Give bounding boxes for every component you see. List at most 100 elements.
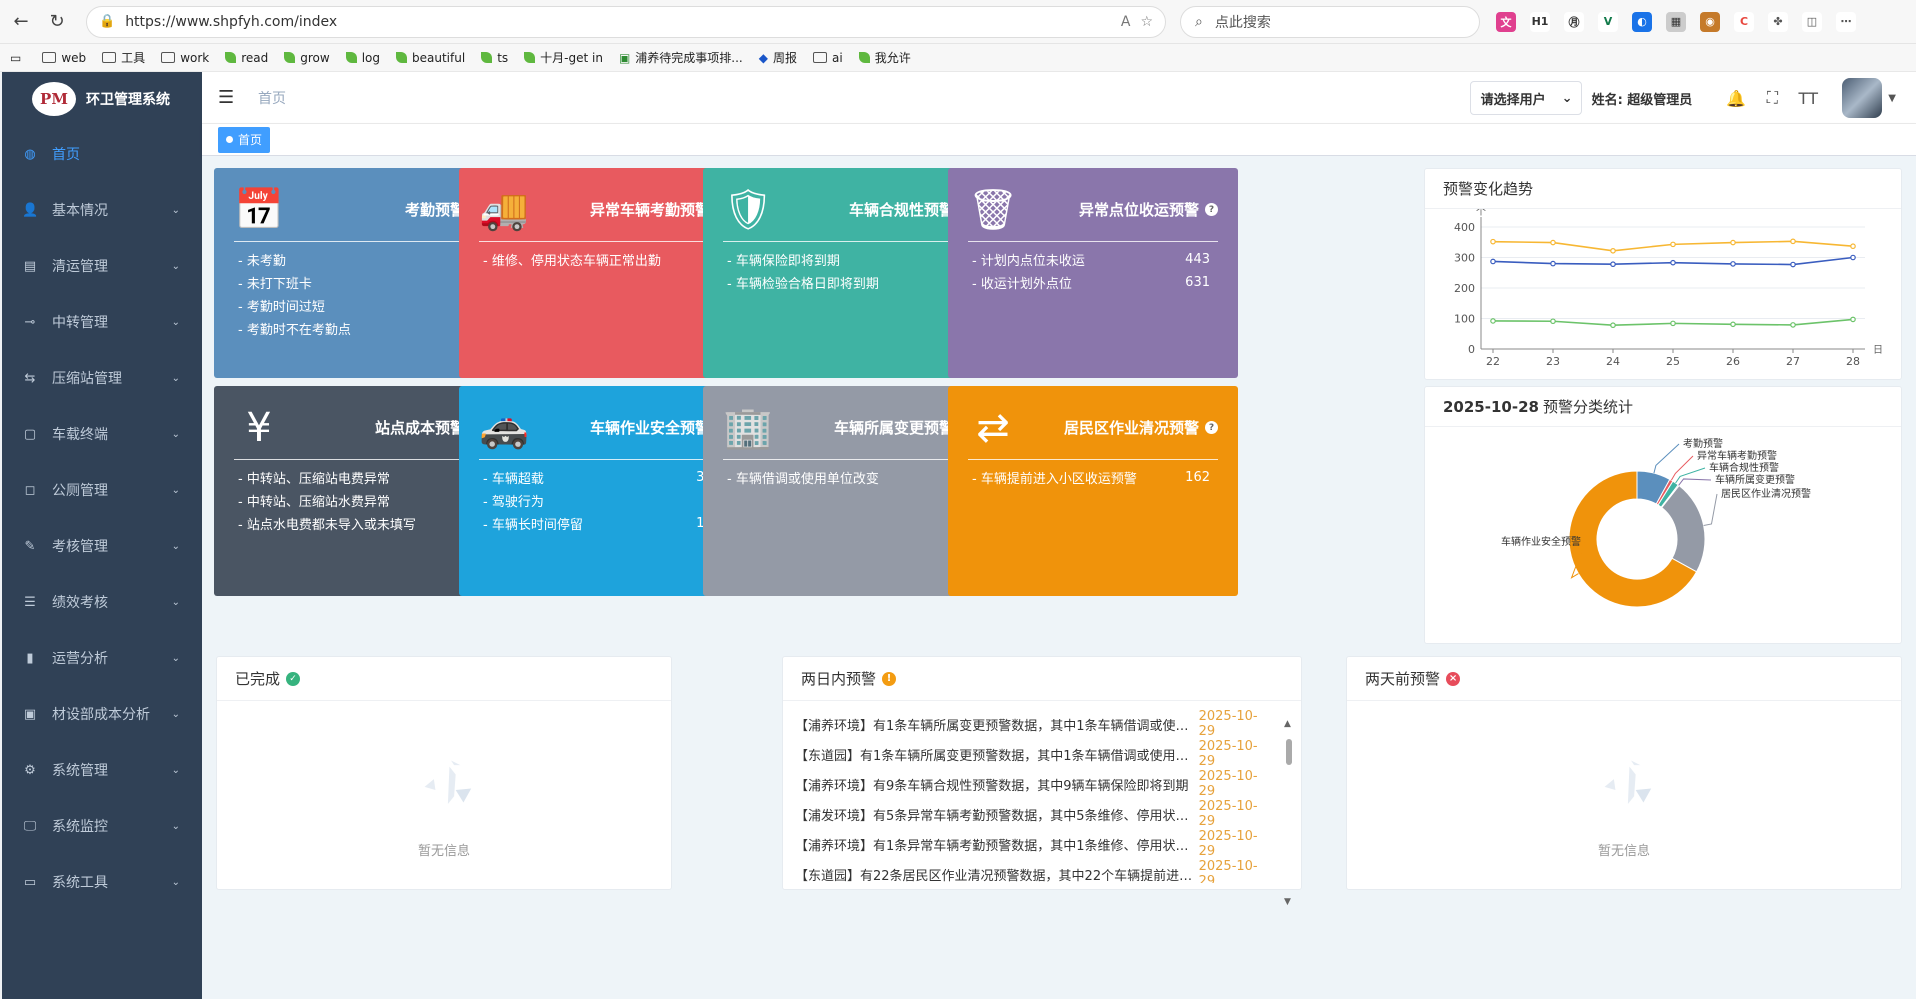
extension-h1-icon[interactable]: H1 <box>1530 11 1550 32</box>
alert-row[interactable]: 【浦养环境】有1条异常车辆考勤预警数据，其中1条维修、停用状态车辆正常出勤202… <box>795 829 1273 859</box>
card-row[interactable]: 车辆借调或使用单位改变2 <box>723 466 973 489</box>
hamburger-icon[interactable]: ☰ <box>218 87 238 108</box>
fullscreen-icon[interactable]: ⛶ <box>1762 88 1782 108</box>
bookmark-item[interactable]: ts <box>481 51 508 65</box>
sidebar-item[interactable]: ▤ 清运管理 ⌄ <box>2 238 202 294</box>
sidebar-item[interactable]: ◍ 首页 <box>2 126 202 182</box>
help-icon[interactable]: ? <box>1205 421 1218 434</box>
app-logo[interactable]: PM 环卫管理系统 <box>2 72 202 126</box>
y-tick-label: 400 <box>1454 221 1475 234</box>
alert-text: 【浦养环境】有9条车辆合规性预警数据，其中9辆车辆保险即将到期 <box>795 778 1189 794</box>
sidebar-item[interactable]: ⊸ 中转管理 ⌄ <box>2 294 202 350</box>
card-rows: 未考勤5未打下班卡6考勤时间过短32考勤时不在考勤点15 <box>234 248 484 340</box>
scroll-thumb[interactable] <box>1286 739 1292 765</box>
card-row[interactable]: 驾驶行为14 <box>479 489 729 512</box>
sidebar-item[interactable]: ▣ 材设部成本分析 ⌄ <box>2 686 202 742</box>
extension-vue-icon[interactable]: V <box>1598 11 1618 32</box>
bookmark-item[interactable]: ▣ 浦养待完成事项排... <box>619 49 743 66</box>
extension-7-icon[interactable]: ◉ <box>1700 11 1720 32</box>
breadcrumb[interactable]: 首页 <box>258 88 286 108</box>
sidebar-item[interactable]: ▮ 运营分析 ⌄ <box>2 630 202 686</box>
browser-search-input[interactable]: ⌕ 点此搜索 <box>1180 5 1480 38</box>
card-row[interactable]: 未考勤5 <box>234 248 484 271</box>
bookmark-item[interactable]: ◆ 周报 <box>759 49 797 66</box>
bookmark-item[interactable]: web <box>42 51 86 65</box>
avatar-caret-icon[interactable]: ▼ <box>1888 93 1896 104</box>
card-row[interactable]: 考勤时间过短32 <box>234 294 484 317</box>
warning-card[interactable]: 🗑 异常点位收运预警? 计划内点位未收运 443 收运计划外点位 631 <box>948 168 1238 378</box>
bookmark-item[interactable]: 工具 <box>102 49 145 66</box>
sidebar-item[interactable]: ◻ 公厕管理 ⌄ <box>2 462 202 518</box>
sidebar-item[interactable]: 👤 基本情况 ⌄ <box>2 182 202 238</box>
read-aloud-icon[interactable]: A <box>1121 14 1131 30</box>
card-row[interactable]: 车辆提前进入小区收运预警 162 <box>968 466 1218 489</box>
card-row-label: 考勤时不在考勤点 <box>238 319 351 338</box>
sidebar-item[interactable]: 🖵 系统监控 ⌄ <box>2 798 202 854</box>
alert-scrollbar[interactable]: ▲ ▼ <box>1284 719 1293 907</box>
extension-8-icon[interactable]: C <box>1734 11 1754 32</box>
card-row[interactable]: 计划内点位未收运 443 <box>968 248 1218 271</box>
card-row-label: 考勤时间过短 <box>238 296 325 315</box>
sidebar-item[interactable]: ✎ 考核管理 ⌄ <box>2 518 202 574</box>
bookmark-item[interactable]: 我允许 <box>858 49 911 66</box>
sidebar-item[interactable]: ▢ 车载终端 ⌄ <box>2 406 202 462</box>
card-row[interactable]: 未打下班卡6 <box>234 271 484 294</box>
bookmark-reading-icon[interactable]: ▭ <box>10 51 26 65</box>
card-row[interactable]: 车辆长时间停留170 <box>479 512 729 535</box>
bookmark-item[interactable]: work <box>161 51 209 65</box>
avatar[interactable] <box>1842 78 1883 118</box>
font-size-icon[interactable]: ꓔT <box>1798 89 1819 108</box>
refresh-icon[interactable]: ↻ <box>42 7 72 37</box>
extensions-puzzle-icon[interactable]: ✤ <box>1768 11 1788 32</box>
bookmark-item[interactable]: beautiful <box>396 51 465 65</box>
extension-5-icon[interactable]: ◐ <box>1632 11 1652 32</box>
card-row[interactable]: 中转站、压缩站水费异常0 <box>234 489 484 512</box>
card-row[interactable]: 考勤时不在考勤点15 <box>234 317 484 340</box>
data-point <box>1610 322 1616 329</box>
extension-6-icon[interactable]: ▦ <box>1666 11 1686 32</box>
tag-home[interactable]: 首页 <box>218 126 271 153</box>
alert-row[interactable]: 【东道园】有1条车辆所属变更预警数据，其中1条车辆借调或使用单位改变 2025-1… <box>795 739 1273 769</box>
bookmark-item[interactable]: read <box>225 51 268 65</box>
favorite-star-icon[interactable]: ☆ <box>1140 14 1153 30</box>
sidebar-item[interactable]: ⚙ 系统管理 ⌄ <box>2 742 202 798</box>
edit-icon: ✎ <box>24 538 36 554</box>
card-row[interactable]: 车辆超载301 <box>479 466 729 489</box>
trend-panel: 预警变化趋势 0 100 200 300 400 个日 22 23 24 25 26 27 28 <box>1424 168 1902 380</box>
bookmark-item[interactable]: 十月-get in <box>524 49 603 66</box>
card-row[interactable]: 车辆检验合格日即将到期2 <box>723 271 973 294</box>
scroll-down-icon[interactable]: ▼ <box>1284 897 1291 907</box>
bookmark-item[interactable]: log <box>345 51 380 65</box>
sidebar-item[interactable]: ⇆ 压缩站管理 ⌄ <box>2 350 202 406</box>
toilet-icon: ◻ <box>24 482 36 498</box>
pie-title-text: 预警分类统计 <box>1542 398 1633 416</box>
extension-1-icon[interactable]: 文 <box>1496 11 1516 32</box>
toolbox-icon: ▭ <box>23 874 37 890</box>
alert-row[interactable]: 【浦发环境】有5条异常车辆考勤预警数据，其中5条维修、停用状态车辆正常出勤202… <box>795 799 1273 829</box>
sidebar-item[interactable]: ☰ 绩效考核 ⌄ <box>2 574 202 630</box>
back-icon[interactable]: ← <box>6 7 36 37</box>
card-row[interactable]: 收运计划外点位 631 <box>968 271 1218 294</box>
card-row[interactable]: 车辆保险即将到期9 <box>723 248 973 271</box>
alert-row[interactable]: 【浦养环境】有9条车辆合规性预警数据，其中9辆车辆保险即将到期 2025-10-2… <box>795 769 1273 799</box>
alert-row[interactable]: 【浦养环境】有1条车辆所属变更预警数据，其中1条车辆借调或使用单位改变 2025-… <box>795 709 1273 739</box>
card-row[interactable]: 中转站、压缩站电费异常0 <box>234 466 484 489</box>
card-row[interactable]: 维修、停用状态车辆正常出勤6 <box>479 248 729 271</box>
before-empty-text: 暂无信息 <box>1597 843 1650 859</box>
alert-row[interactable]: 【东道园】有22条居民区作业清况预警数据，其中22个车辆提前进入小区收运2025… <box>795 859 1273 883</box>
building-icon: 🏢 <box>723 405 773 451</box>
scroll-up-icon[interactable]: ▲ <box>1284 719 1291 729</box>
card-header: ⇄ 居民区作业清况预警? <box>968 396 1218 460</box>
warning-card[interactable]: ⇄ 居民区作业清况预警? 车辆提前进入小区收运预警 162 <box>948 386 1238 596</box>
bookmark-item[interactable]: grow <box>284 51 330 65</box>
card-row[interactable]: 站点水电费都未导入或未填写93 <box>234 512 484 535</box>
bookmark-item[interactable]: ai <box>813 51 843 65</box>
more-menu-icon[interactable]: ⋯ <box>1836 11 1856 32</box>
extension-3-icon[interactable]: ㊊ <box>1564 11 1584 32</box>
help-icon[interactable]: ? <box>1205 203 1218 216</box>
bell-icon[interactable]: 🔔 <box>1726 89 1746 108</box>
sidebar-item[interactable]: ▭ 系统工具 ⌄ <box>2 854 202 910</box>
user-select[interactable]: 请选择用户 ⌄ <box>1469 81 1582 115</box>
address-bar[interactable]: 🔒 https://www.shpfyh.com/index A ☆ <box>86 5 1166 38</box>
split-screen-icon[interactable]: ◫ <box>1802 11 1822 32</box>
